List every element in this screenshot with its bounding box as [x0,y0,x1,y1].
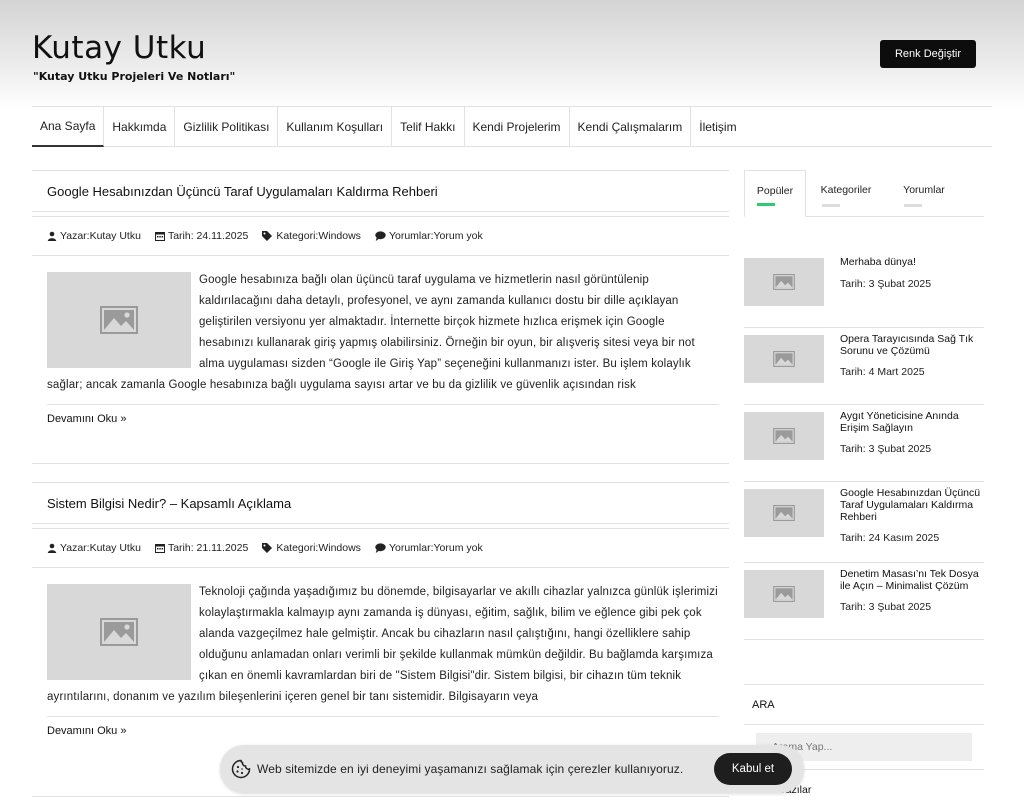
sidebar: Popüler Kategoriler Yorumlar Merhaba dün… [744,170,984,640]
post-thumbnail[interactable] [47,272,191,368]
accept-cookies-button[interactable]: Kabul et [714,753,792,785]
image-placeholder-icon [773,505,795,521]
nav-item-copyright[interactable]: Telif Hakkı [392,107,465,147]
popular-post-title[interactable]: Denetim Masası’nı Tek Dosya ile Açın – M… [840,568,984,592]
main-nav: Ana Sayfa Hakkımda Gizlilik Politikası K… [32,106,992,147]
post-author[interactable]: Yazar:Kutay Utku [60,542,141,554]
popular-post-title[interactable]: Opera Tarayıcısında Sağ Tık Sorunu ve Çö… [840,333,984,357]
image-placeholder-icon [773,351,795,367]
popular-post-thumbnail[interactable] [744,335,824,383]
image-placeholder-icon [100,618,138,646]
nav-item-projects[interactable]: Kendi Projelerim [465,107,570,147]
popular-post-thumbnail[interactable] [744,489,824,537]
user-icon [47,231,57,241]
cookie-icon [231,759,251,779]
cookie-message: Web sitemizde en iyi deneyimi yaşamanızı… [257,762,684,776]
post-meta: Yazar:Kutay Utku Tarih: 24.11.2025 Kateg… [32,216,729,256]
tab-popular[interactable]: Popüler [744,170,806,217]
post-meta: Yazar:Kutay Utku Tarih: 21.11.2025 Kateg… [32,528,729,568]
nav-item-contact[interactable]: İletişim [691,107,744,147]
popular-post-date: Tarih: 4 Mart 2025 [840,366,925,378]
site-title[interactable]: Kutay Utku [32,30,206,66]
tab-categories[interactable]: Kategoriler [806,170,886,217]
calendar-icon [154,232,165,241]
popular-post-title[interactable]: Google Hesabınızdan Üçüncü Taraf Uygulam… [840,487,984,523]
user-icon [47,543,57,553]
divider [744,639,984,640]
tags-icon [262,543,273,553]
post-category[interactable]: Kategori:Windows [276,230,361,242]
popular-post-date: Tarih: 24 Kasım 2025 [840,532,940,544]
post-category[interactable]: Kategori:Windows [276,542,361,554]
post-card: Google Hesabınızdan Üçüncü Taraf Uygulam… [32,170,729,464]
tab-label: Popüler [756,185,794,197]
read-more-link[interactable]: Devamını Oku » [47,413,126,425]
popular-post-thumbnail[interactable] [744,258,824,306]
divider [744,404,984,405]
post-title[interactable]: Google Hesabınızdan Üçüncü Taraf Uygulam… [32,170,729,212]
change-color-button[interactable]: Renk Değiştir [880,40,976,68]
search-widget-title: ARA [744,684,984,725]
cookie-banner: Web sitemizde en iyi deneyimi yaşamanızı… [220,745,804,793]
sidebar-tabs: Popüler Kategoriler Yorumlar [744,170,984,217]
popular-post-title[interactable]: Merhaba dünya! [840,256,984,268]
image-placeholder-icon [773,586,795,602]
nav-item-about[interactable]: Hakkımda [104,107,176,147]
nav-item-works[interactable]: Kendi Çalışmalarım [570,107,692,147]
post-body: Google hesabınıza bağlı olan üçüncü tara… [32,256,729,396]
tab-label: Kategoriler [820,184,872,196]
read-more-link[interactable]: Devamını Oku » [47,725,126,737]
divider [32,463,729,464]
post-body: Teknoloji çağında yaşadığımız bu dönemde… [32,568,729,708]
post-thumbnail[interactable] [47,584,191,680]
image-placeholder-icon [100,306,138,334]
nav-item-terms[interactable]: Kullanım Koşulları [278,107,393,147]
divider [744,562,984,563]
post-author[interactable]: Yazar:Kutay Utku [60,230,141,242]
tab-comments[interactable]: Yorumlar [886,170,962,217]
site-header: Kutay Utku "Kutay Utku Projeleri Ve Notl… [0,0,1024,106]
popular-post-thumbnail[interactable] [744,570,824,618]
comment-icon [375,543,386,553]
calendar-icon [154,544,165,553]
popular-post-thumbnail[interactable] [744,412,824,460]
popular-post-date: Tarih: 3 Şubat 2025 [840,443,932,455]
post-date: Tarih: 21.11.2025 [167,542,249,554]
divider [744,481,984,482]
nav-item-privacy[interactable]: Gizlilik Politikası [175,107,279,147]
tags-icon [262,231,273,241]
site-tagline: "Kutay Utku Projeleri Ve Notları" [33,70,236,83]
divider [32,796,729,797]
post-title[interactable]: Sistem Bilgisi Nedir? – Kapsamlı Açıklam… [32,482,729,524]
image-placeholder-icon [773,274,795,290]
nav-item-home[interactable]: Ana Sayfa [32,107,105,147]
comment-icon [375,231,386,241]
popular-post-date: Tarih: 3 Şubat 2025 [840,278,932,290]
tab-indicator [822,204,840,207]
tab-indicator [757,203,775,206]
popular-post-title[interactable]: Aygıt Yöneticisine Anında Erişim Sağlayı… [840,410,984,434]
divider [744,327,984,328]
tab-label: Yorumlar [903,184,945,196]
popular-post-date: Tarih: 3 Şubat 2025 [840,601,932,613]
tab-indicator [904,204,922,207]
image-placeholder-icon [773,428,795,444]
post-date: Tarih: 24.11.2025 [167,230,249,242]
post-comments[interactable]: Yorumlar:Yorum yok [389,230,483,242]
post-card: Sistem Bilgisi Nedir? – Kapsamlı Açıklam… [32,482,729,737]
post-comments[interactable]: Yorumlar:Yorum yok [389,542,483,554]
